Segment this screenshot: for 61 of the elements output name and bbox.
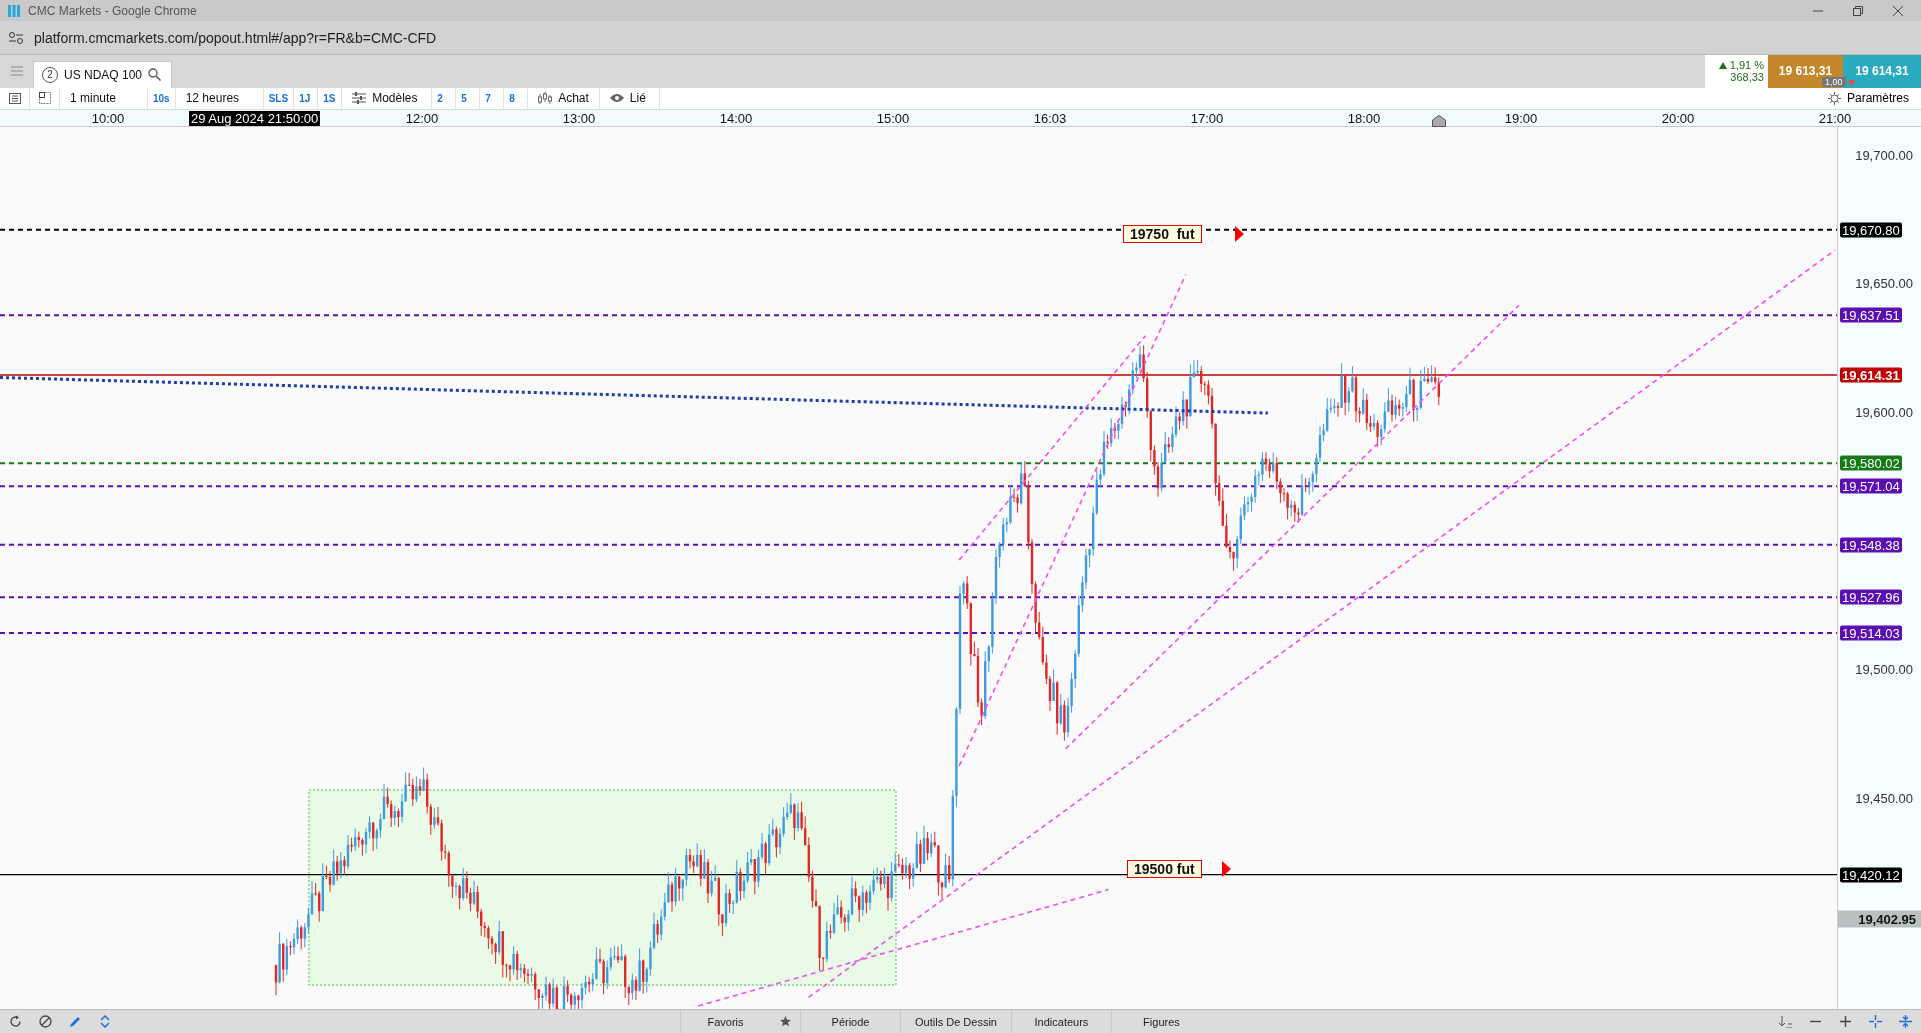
- trend-line[interactable]: [1064, 304, 1520, 750]
- time-label: 13:00: [562, 110, 596, 126]
- url-field[interactable]: platform.cmcmarkets.com/popout.html#/app?r=FR&b=CMC-CFD: [34, 29, 437, 46]
- trend-line[interactable]: [958, 335, 1147, 561]
- price-note[interactable]: 19750 fut: [1123, 224, 1202, 243]
- time-label: 16:03: [1033, 110, 1067, 126]
- gear-icon: [1827, 91, 1841, 105]
- search-icon[interactable]: [148, 68, 162, 82]
- price-level-line[interactable]: [0, 596, 1837, 599]
- level-price-tag: 19,548.38: [1840, 537, 1902, 553]
- price-tick: 19,450.00: [1855, 790, 1913, 806]
- spread-value: 1,00: [1822, 76, 1846, 87]
- candlestick-icon: [538, 92, 553, 105]
- price-note[interactable]: 19500 fut: [1127, 859, 1202, 878]
- note-pointer-icon: [1235, 225, 1244, 242]
- time-label: 12:00: [405, 110, 439, 126]
- price-tick: 19,600.00: [1855, 404, 1913, 420]
- trend-line[interactable]: [958, 273, 1187, 767]
- time-label: 15:00: [876, 110, 910, 126]
- time-label: 14:00: [719, 110, 753, 126]
- price-tick: 19,650.00: [1855, 275, 1913, 291]
- window-title: CMC Markets - Google Chrome: [28, 3, 197, 18]
- price-level-line[interactable]: [0, 485, 1837, 488]
- level-price-tag: 19,637.51: [1840, 307, 1902, 323]
- time-label: 19:00: [1504, 110, 1538, 126]
- app-logo-icon: [8, 4, 20, 17]
- restore-icon[interactable]: [1853, 5, 1863, 16]
- price-level-line[interactable]: [0, 873, 1837, 876]
- level-price-tag: 19,527.96: [1840, 589, 1902, 605]
- cursor-date: 29 Aug 2024 21:50:00: [189, 110, 321, 126]
- time-label: 18:00: [1347, 110, 1381, 126]
- instrument-name: US NDAQ 100: [64, 67, 143, 82]
- level-price-tag: 19,670.80: [1840, 222, 1902, 238]
- level-price-tag: 19,514.03: [1840, 625, 1902, 641]
- change-percent: 1,91 %: [1729, 59, 1764, 72]
- time-label: 20:00: [1661, 110, 1695, 126]
- down-triangle-icon: [1848, 79, 1855, 86]
- eye-icon: [609, 93, 624, 104]
- time-label: 17:00: [1190, 110, 1224, 126]
- price-level-line[interactable]: [0, 632, 1837, 634]
- settings-button[interactable]: Paramètres: [1815, 91, 1921, 106]
- level-price-tag: 19,571.04: [1840, 478, 1902, 494]
- price-tick: 19,500.00: [1855, 661, 1913, 677]
- change-points: 368,33: [1730, 71, 1764, 84]
- consolidation-zone[interactable]: [308, 789, 897, 986]
- close-icon[interactable]: [1893, 5, 1903, 16]
- current-price-tag: 19,402.95: [1838, 910, 1921, 928]
- price-level-line[interactable]: [0, 543, 1837, 546]
- level-price-tag: 19,614.31: [1840, 367, 1902, 383]
- sliders-icon: [352, 92, 367, 105]
- up-triangle-icon: [1718, 61, 1727, 69]
- instrument-tab[interactable]: 2 US NDAQ 100: [33, 60, 173, 88]
- time-label: 10:00: [91, 110, 125, 126]
- note-pointer-icon: [1222, 860, 1231, 877]
- site-settings-icon[interactable]: [8, 30, 24, 45]
- level-price-tag: 19,580.02: [1840, 455, 1902, 471]
- level-price-tag: 19,420.12: [1840, 867, 1902, 883]
- price-tick: 19,700.00: [1855, 147, 1913, 163]
- price-level-line[interactable]: [0, 314, 1837, 317]
- trend-line[interactable]: [0, 376, 1268, 415]
- time-label: 21:00: [1818, 110, 1852, 126]
